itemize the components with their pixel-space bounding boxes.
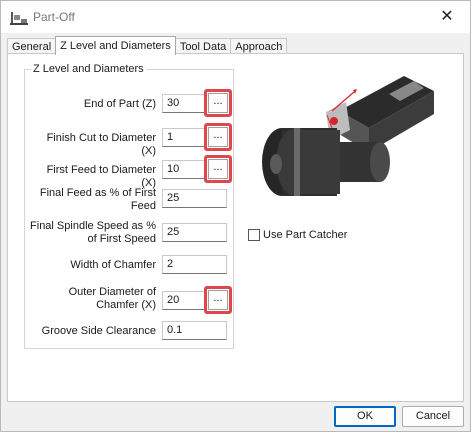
final-feed-label: Final Feed as % of First Feed bbox=[39, 187, 156, 212]
field-row-final-spindle-speed: Final Spindle Speed as % of First Speed … bbox=[25, 218, 233, 248]
field-row-outer-diameter-chamfer: Outer Diameter of Chamfer (X) 20 ... bbox=[25, 281, 233, 314]
field-row-groove-side-clearance: Groove Side Clearance 0.1 bbox=[25, 320, 233, 346]
use-part-catcher-checkbox[interactable] bbox=[248, 229, 260, 241]
end-of-part-input[interactable]: 30 bbox=[162, 94, 206, 113]
final-feed-input[interactable]: 25 bbox=[162, 189, 227, 208]
final-spindle-speed-label: Final Spindle Speed as % of First Speed bbox=[30, 220, 156, 245]
ok-button[interactable]: OK bbox=[334, 406, 396, 427]
use-part-catcher-label: Use Part Catcher bbox=[263, 229, 348, 241]
tab-panel: Z Level and Diameters End of Part (Z) 30… bbox=[7, 53, 464, 402]
outer-diameter-chamfer-label: Outer Diameter of Chamfer (X) bbox=[68, 286, 156, 311]
tab-z-level-and-diameters[interactable]: Z Level and Diameters bbox=[55, 36, 176, 55]
window-title: Part-Off bbox=[33, 10, 75, 24]
lathe-app-icon bbox=[10, 12, 28, 25]
part-off-dialog: Part-Off ✕ General Z Level and Diameters… bbox=[0, 0, 471, 432]
highlight-box bbox=[204, 123, 232, 151]
group-title: Z Level and Diameters bbox=[31, 63, 146, 75]
groove-side-clearance-input[interactable]: 0.1 bbox=[162, 321, 227, 340]
field-row-end-of-part: End of Part (Z) 30 ... bbox=[25, 89, 233, 119]
outer-diameter-chamfer-input[interactable]: 20 bbox=[162, 291, 206, 310]
field-row-first-feed: First Feed to Diameter (X) 10 ... bbox=[25, 155, 233, 189]
cancel-button[interactable]: Cancel bbox=[402, 406, 464, 427]
part-catcher-row[interactable]: Use Part Catcher bbox=[248, 229, 347, 241]
highlight-box bbox=[204, 155, 232, 183]
end-of-part-label: End of Part (Z) bbox=[83, 98, 156, 110]
part-off-illustration bbox=[262, 76, 434, 196]
title-bar: Part-Off ✕ bbox=[1, 1, 470, 33]
width-of-chamfer-input[interactable]: 2 bbox=[162, 255, 227, 274]
field-row-final-feed: Final Feed as % of First Feed 25 bbox=[25, 185, 233, 215]
final-spindle-speed-input[interactable]: 25 bbox=[162, 223, 227, 242]
highlight-box bbox=[204, 286, 232, 314]
first-feed-input[interactable]: 10 bbox=[162, 160, 206, 179]
close-icon: ✕ bbox=[440, 8, 454, 25]
close-button[interactable]: ✕ bbox=[424, 1, 470, 31]
field-row-finish-cut: Finish Cut to Diameter (X) 1 ... bbox=[25, 123, 233, 157]
z-level-group: Z Level and Diameters End of Part (Z) 30… bbox=[24, 63, 234, 349]
field-row-width-of-chamfer: Width of Chamfer 2 bbox=[25, 252, 233, 278]
finish-cut-input[interactable]: 1 bbox=[162, 128, 206, 147]
width-of-chamfer-label: Width of Chamfer bbox=[70, 259, 156, 271]
highlight-box bbox=[204, 89, 232, 117]
groove-side-clearance-label: Groove Side Clearance bbox=[41, 325, 156, 337]
